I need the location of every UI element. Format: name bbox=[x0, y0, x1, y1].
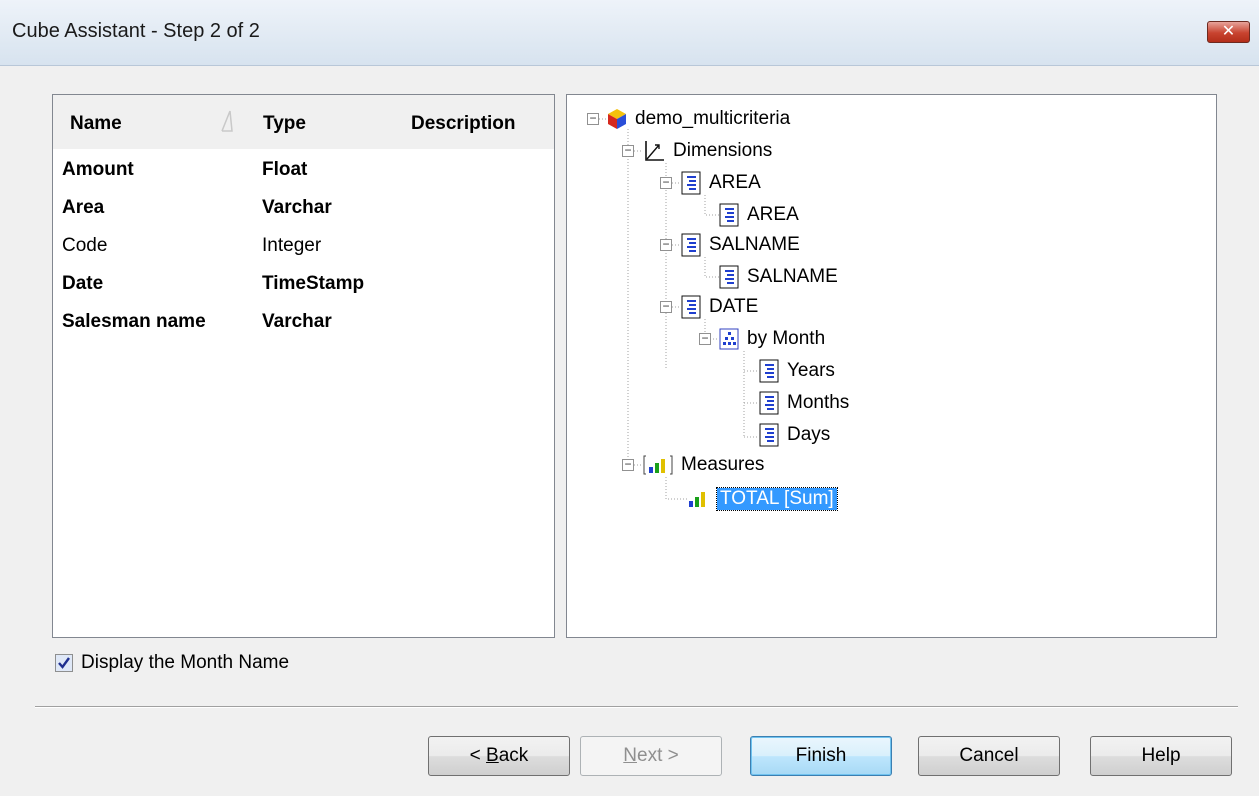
dimension-icon bbox=[681, 295, 701, 319]
checkmark-icon bbox=[58, 657, 70, 669]
window-title: Cube Assistant - Step 2 of 2 bbox=[12, 20, 260, 42]
node-label: Measures bbox=[681, 454, 765, 475]
hierarchy-icon bbox=[719, 328, 739, 350]
close-button[interactable]: ✕ bbox=[1207, 21, 1250, 43]
axes-icon bbox=[645, 141, 664, 161]
back-rest: ack bbox=[498, 745, 529, 766]
checkbox-label: Display the Month Name bbox=[81, 652, 290, 673]
cell-type: Float bbox=[262, 159, 308, 180]
table-row[interactable]: Date TimeStamp bbox=[53, 265, 554, 301]
tree-node-root[interactable]: demo_multicriteria bbox=[607, 105, 790, 133]
collapse-icon[interactable]: − bbox=[622, 458, 634, 471]
collapse-icon[interactable]: − bbox=[660, 176, 672, 189]
next-button[interactable]: Next > bbox=[580, 736, 722, 776]
level-icon bbox=[719, 265, 739, 289]
help-button[interactable]: Help bbox=[1090, 736, 1232, 776]
back-mnemonic: B bbox=[486, 745, 499, 766]
separator bbox=[35, 706, 1238, 708]
cell-name: Date bbox=[62, 273, 104, 294]
tree-node-measures[interactable]: Measures bbox=[643, 451, 764, 479]
collapse-icon[interactable]: − bbox=[660, 238, 672, 251]
cube-tree[interactable]: − − − − − − − demo_multicriteria Dimensi… bbox=[566, 94, 1217, 638]
node-label: by Month bbox=[747, 328, 826, 349]
table-row[interactable]: Area Varchar bbox=[53, 189, 554, 225]
node-label: TOTAL [Sum] bbox=[716, 487, 838, 511]
finish-button[interactable]: Finish bbox=[750, 736, 892, 776]
cell-name: Amount bbox=[62, 159, 134, 180]
title-bar: Cube Assistant - Step 2 of 2 ✕ bbox=[0, 0, 1259, 66]
tree-node-salname[interactable]: SALNAME bbox=[681, 231, 800, 259]
collapse-icon[interactable]: − bbox=[622, 144, 634, 157]
dimension-icon bbox=[681, 233, 701, 257]
back-button[interactable]: < Back bbox=[428, 736, 570, 776]
tree-node-area-level[interactable]: AREA bbox=[719, 201, 799, 229]
node-label: DATE bbox=[709, 296, 759, 317]
level-icon bbox=[719, 203, 739, 227]
node-label: SALNAME bbox=[709, 234, 800, 255]
column-header-description[interactable]: Description bbox=[411, 113, 516, 135]
node-label: Days bbox=[787, 424, 831, 445]
sort-ascending-icon bbox=[221, 110, 233, 132]
tree-node-date[interactable]: DATE bbox=[681, 293, 758, 321]
list-header: Name Type Description bbox=[53, 95, 554, 149]
collapse-icon[interactable]: − bbox=[660, 300, 672, 313]
table-row[interactable]: Salesman name Varchar bbox=[53, 303, 554, 339]
node-label: Dimensions bbox=[673, 140, 773, 161]
measure-icon bbox=[689, 492, 705, 507]
next-rest: ext > bbox=[637, 745, 679, 766]
cancel-button[interactable]: Cancel bbox=[918, 736, 1060, 776]
tree-node-area[interactable]: AREA bbox=[681, 169, 761, 197]
node-label: AREA bbox=[747, 204, 799, 225]
display-month-name-checkbox[interactable]: Display the Month Name bbox=[55, 652, 289, 674]
back-prefix: < bbox=[469, 745, 487, 766]
dimension-icon bbox=[681, 171, 701, 195]
tree-node-years[interactable]: Years bbox=[759, 357, 835, 385]
cell-name: Area bbox=[62, 197, 105, 218]
node-label: AREA bbox=[709, 172, 761, 193]
level-icon bbox=[759, 391, 779, 415]
tree-node-months[interactable]: Months bbox=[759, 389, 849, 417]
cell-type: Varchar bbox=[262, 311, 332, 332]
node-label: demo_multicriteria bbox=[635, 108, 791, 129]
column-header-type[interactable]: Type bbox=[263, 113, 306, 135]
cube-icon bbox=[608, 109, 626, 129]
table-row[interactable]: Code Integer bbox=[53, 227, 554, 263]
checkbox-box[interactable] bbox=[55, 654, 73, 672]
tree-node-total[interactable]: TOTAL [Sum] bbox=[687, 485, 838, 513]
tree-node-dimensions[interactable]: Dimensions bbox=[643, 137, 772, 165]
tree-node-salname-level[interactable]: SALNAME bbox=[719, 263, 838, 291]
level-icon bbox=[759, 359, 779, 383]
level-icon bbox=[759, 423, 779, 447]
tree-node-hierarchy[interactable]: by Month bbox=[719, 325, 825, 353]
cell-type: Integer bbox=[262, 235, 322, 256]
cell-type: TimeStamp bbox=[262, 273, 365, 294]
collapse-icon[interactable]: − bbox=[587, 112, 599, 125]
cell-name: Code bbox=[62, 235, 108, 256]
collapse-icon[interactable]: − bbox=[699, 332, 711, 345]
measures-icon bbox=[643, 455, 673, 475]
cell-name: Salesman name bbox=[62, 311, 206, 332]
field-list[interactable]: Name Type Description Amount Float Area Var… bbox=[52, 94, 555, 638]
node-label: Years bbox=[787, 360, 835, 381]
table-row[interactable]: Amount Float bbox=[53, 151, 554, 187]
close-icon: ✕ bbox=[1221, 23, 1236, 40]
node-label: Months bbox=[787, 392, 850, 413]
node-label: SALNAME bbox=[747, 266, 838, 287]
cell-type: Varchar bbox=[262, 197, 332, 218]
column-header-name[interactable]: Name bbox=[70, 113, 122, 135]
next-mnemonic: N bbox=[623, 745, 637, 766]
tree-node-days[interactable]: Days bbox=[759, 421, 830, 449]
